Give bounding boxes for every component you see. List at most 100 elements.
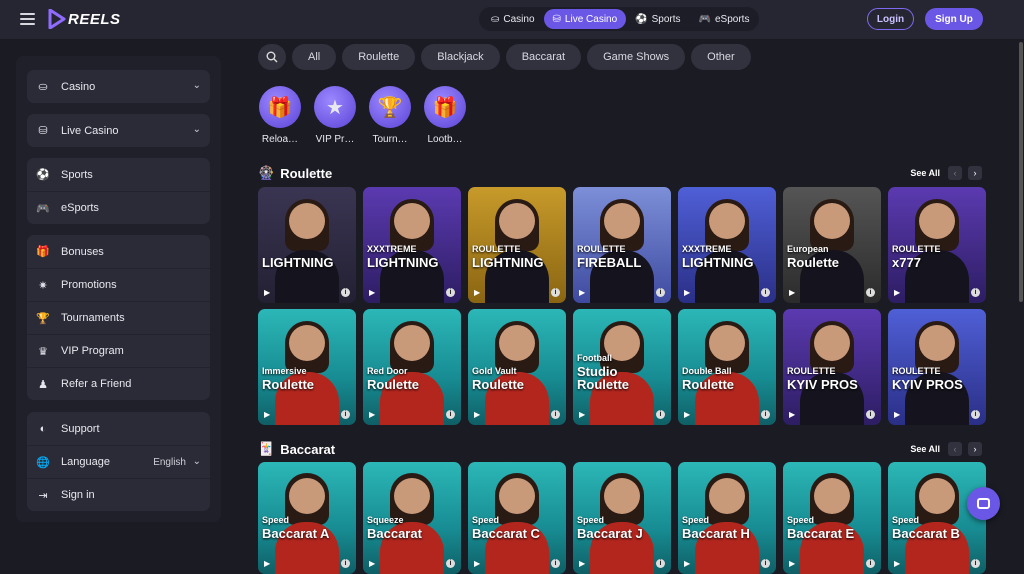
soccer-ball-icon: ⚽: [36, 169, 50, 181]
info-icon[interactable]: i: [971, 288, 980, 297]
search-button[interactable]: [258, 44, 286, 70]
filter-chip-blackjack[interactable]: Blackjack: [421, 44, 500, 70]
sidebar-item-tournaments[interactable]: 🏆 Tournaments: [27, 301, 210, 334]
promo-item[interactable]: 🏆 Tourn…: [368, 86, 412, 145]
logo[interactable]: REELS: [48, 8, 121, 30]
game-card[interactable]: LIGHTNING ▶ i: [258, 187, 356, 303]
hamburger-menu-icon[interactable]: [20, 13, 35, 25]
game-card[interactable]: XXXTREME LIGHTNING ▶ i: [363, 187, 461, 303]
game-card[interactable]: ROULETTE LIGHTNING ▶ i: [468, 187, 566, 303]
info-icon[interactable]: i: [341, 559, 350, 568]
filter-chip-all[interactable]: All: [292, 44, 337, 70]
signup-button[interactable]: Sign Up: [925, 8, 983, 30]
tab-casino[interactable]: ⛀ Casino: [482, 9, 544, 29]
game-card[interactable]: Squeeze Baccarat ▶ i: [363, 462, 461, 574]
info-icon[interactable]: i: [866, 288, 875, 297]
next-arrow-button[interactable]: ›: [968, 442, 982, 456]
tab-sports[interactable]: ⚽ Sports: [626, 9, 689, 29]
dealer-image: [289, 477, 325, 514]
tab-esports[interactable]: 🎮 eSports: [690, 9, 759, 29]
chat-support-button[interactable]: [967, 487, 1000, 520]
sidebar-item-sports[interactable]: ⚽ Sports: [27, 158, 210, 191]
game-card[interactable]: Red Door Roulette ▶ i: [363, 309, 461, 425]
info-icon[interactable]: i: [551, 410, 560, 419]
next-arrow-button[interactable]: ›: [968, 166, 982, 180]
game-card[interactable]: ROULETTE KYIV PROS ▶ i: [783, 309, 881, 425]
promo-item[interactable]: ★ VIP Pr…: [313, 86, 357, 145]
provider-icon: ▶: [474, 410, 481, 419]
top-bar: REELS ⛀ Casino ⛁ Live Casino ⚽ Sports 🎮 eSports…: [0, 0, 1024, 40]
sidebar-item-label: Sign in: [61, 489, 95, 501]
info-icon[interactable]: i: [761, 559, 770, 568]
game-card[interactable]: European Roulette ▶ i: [783, 187, 881, 303]
info-icon[interactable]: i: [551, 288, 560, 297]
game-card[interactable]: Speed Baccarat B ▶ i: [888, 462, 986, 574]
see-all-link[interactable]: See All: [910, 444, 940, 454]
game-title-text: FIREBALL: [577, 255, 642, 270]
info-icon[interactable]: i: [446, 288, 455, 297]
soccer-ball-icon: ⚽: [635, 13, 648, 25]
filter-chip-roulette[interactable]: Roulette: [342, 44, 416, 70]
game-card[interactable]: Speed Baccarat E ▶ i: [783, 462, 881, 574]
tab-live-casino[interactable]: ⛁ Live Casino: [543, 9, 627, 29]
info-icon[interactable]: i: [656, 559, 665, 568]
page-scrollbar[interactable]: [1019, 42, 1023, 302]
game-card[interactable]: ROULETTE KYIV PROS ▶ i: [888, 309, 986, 425]
game-title-text: Roulette: [367, 377, 419, 392]
sidebar-item-casino[interactable]: ⛀ Casino ⌄: [27, 70, 210, 103]
game-card[interactable]: Speed Baccarat C ▶ i: [468, 462, 566, 574]
info-icon[interactable]: i: [341, 410, 350, 419]
info-icon[interactable]: i: [971, 559, 980, 568]
game-card[interactable]: XXXTREME LIGHTNING ▶ i: [678, 187, 776, 303]
login-button[interactable]: Login: [867, 8, 914, 30]
sidebar-item-language[interactable]: 🌐 Language English ⌄: [27, 445, 210, 478]
see-all-link[interactable]: See All: [910, 168, 940, 178]
game-title: LIGHTNING: [262, 256, 352, 269]
sidebar-item-sign-in[interactable]: ⇥ Sign in: [27, 478, 210, 511]
sidebar-item-support[interactable]: ◐ Support: [27, 412, 210, 445]
sidebar-item-bonuses[interactable]: 🎁 Bonuses: [27, 235, 210, 268]
info-icon[interactable]: i: [551, 559, 560, 568]
sidebar-item-vip-program[interactable]: ♛ VIP Program: [27, 334, 210, 367]
info-icon[interactable]: i: [446, 559, 455, 568]
game-card[interactable]: Immersive Roulette ▶ i: [258, 309, 356, 425]
filter-chip-baccarat[interactable]: Baccarat: [505, 44, 582, 70]
info-icon[interactable]: i: [341, 288, 350, 297]
info-icon[interactable]: i: [656, 288, 665, 297]
filter-chip-game-shows[interactable]: Game Shows: [587, 44, 686, 70]
prev-arrow-button[interactable]: ‹: [948, 166, 962, 180]
sidebar-item-live-casino[interactable]: ⛁ Live Casino ⌄: [27, 114, 210, 147]
language-value: English: [153, 456, 186, 468]
globe-icon: 🌐: [36, 456, 50, 469]
game-card[interactable]: Double Ball Roulette ▶ i: [678, 309, 776, 425]
filter-chip-other[interactable]: Other: [691, 44, 751, 70]
sidebar-item-label: Support: [61, 422, 100, 435]
game-card[interactable]: Speed Baccarat H ▶ i: [678, 462, 776, 574]
game-card[interactable]: Gold Vault Roulette ▶ i: [468, 309, 566, 425]
promo-item[interactable]: 🎁 Reloa…: [258, 86, 302, 145]
sidebar-item-esports[interactable]: 🎮 eSports: [27, 191, 210, 224]
info-icon[interactable]: i: [866, 410, 875, 419]
gift-icon: 🎁: [36, 246, 50, 258]
game-card[interactable]: Speed Baccarat A ▶ i: [258, 462, 356, 574]
sidebar-item-refer-a-friend[interactable]: ♟ Refer a Friend: [27, 367, 210, 400]
game-card[interactable]: Football Studio Roulette ▶ i: [573, 309, 671, 425]
dealer-image: [709, 325, 745, 362]
game-card[interactable]: ROULETTE x777 ▶ i: [888, 187, 986, 303]
info-icon[interactable]: i: [656, 410, 665, 419]
game-card[interactable]: ROULETTE FIREBALL ▶ i: [573, 187, 671, 303]
prev-arrow-button[interactable]: ‹: [948, 442, 962, 456]
sidebar-item-promotions[interactable]: ✷ Promotions: [27, 268, 210, 301]
game-card[interactable]: Speed Baccarat J ▶ i: [573, 462, 671, 574]
info-icon[interactable]: i: [761, 288, 770, 297]
reels-logo-icon: [48, 9, 66, 29]
info-icon[interactable]: i: [446, 410, 455, 419]
game-title: ROULETTE FIREBALL: [577, 243, 667, 269]
sidebar-item-label: VIP Program: [61, 345, 124, 357]
provider-icon: ▶: [369, 559, 376, 568]
info-icon[interactable]: i: [761, 410, 770, 419]
promo-item[interactable]: 🎁 Lootb…: [423, 86, 467, 145]
dealer-image: [499, 203, 535, 240]
info-icon[interactable]: i: [971, 410, 980, 419]
info-icon[interactable]: i: [866, 559, 875, 568]
